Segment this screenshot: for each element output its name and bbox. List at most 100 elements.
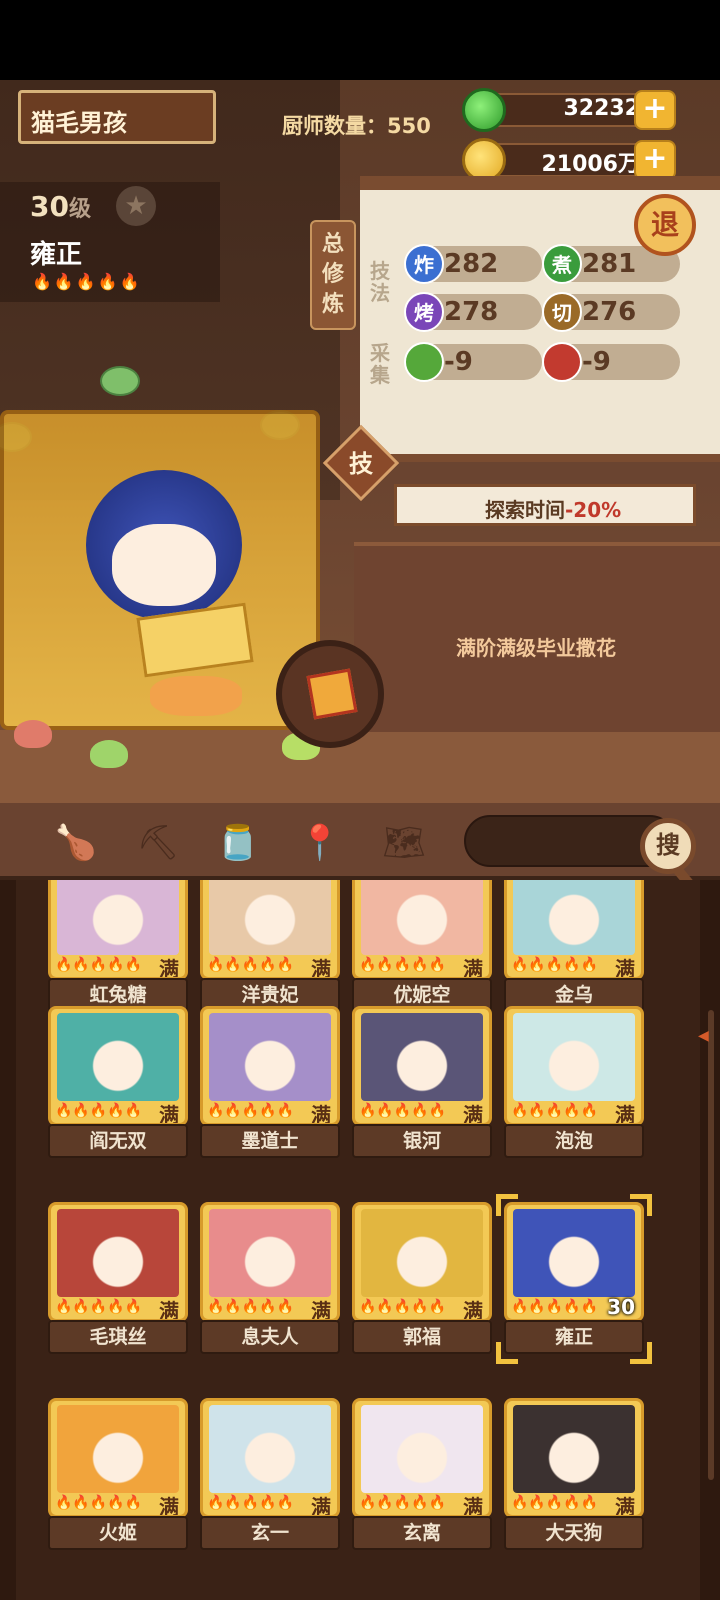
chef-card[interactable]: 🔥🔥🔥🔥🔥 满洋贵妃	[200, 880, 340, 1012]
star-icon[interactable]: ★	[116, 186, 156, 226]
chef-portrait	[57, 1013, 179, 1101]
chef-name-label: 泡泡	[504, 1124, 644, 1158]
card-flames: 🔥🔥🔥🔥🔥	[511, 1299, 599, 1315]
card-frame: 🔥🔥🔥🔥🔥 满	[48, 880, 188, 980]
bird-icon	[100, 366, 140, 396]
chef-card[interactable]: 🔥🔥🔥🔥🔥 满银河	[352, 1006, 492, 1158]
shovel-icon[interactable]: ⛏	[134, 819, 182, 867]
chef-card[interactable]: 🔥🔥🔥🔥🔥 满墨道士	[200, 1006, 340, 1158]
chef-card[interactable]: 🔥🔥🔥🔥🔥 满息夫人	[200, 1202, 340, 1354]
jar-icon[interactable]: 🫙	[214, 819, 262, 867]
chef-portrait	[209, 1013, 331, 1101]
card-badge: 满	[159, 957, 179, 980]
chef-card[interactable]: 🔥🔥🔥🔥🔥 满虹兔糖	[48, 880, 188, 1012]
card-frame: 🔥🔥🔥🔥🔥 满	[200, 880, 340, 980]
chef-name-label: 玄离	[352, 1516, 492, 1550]
card-flames: 🔥🔥🔥🔥🔥	[55, 1495, 143, 1511]
slime-figure	[14, 720, 52, 748]
chef-portrait	[361, 1405, 483, 1493]
stat-value: -9	[444, 347, 473, 377]
hero-level-unit: 级	[68, 197, 91, 222]
chef-card[interactable]: 🔥🔥🔥🔥🔥 满玄离	[352, 1398, 492, 1550]
tab-total-cultivation[interactable]: 总修炼	[310, 220, 356, 330]
jade-amount: 32232	[563, 96, 640, 121]
chef-card[interactable]: 🔥🔥🔥🔥🔥 满阎无双	[48, 1006, 188, 1158]
chef-card[interactable]: 🔥🔥🔥🔥🔥 满优妮空	[352, 880, 492, 1012]
chef-card[interactable]: 🔥🔥🔥🔥🔥 满玄一	[200, 1398, 340, 1550]
gold-amount: 21006万	[541, 152, 640, 177]
card-flames: 🔥🔥🔥🔥🔥	[359, 1299, 447, 1315]
card-badge: 满	[463, 1495, 483, 1518]
hero-info-panel: 30级 ★ 雍正 🔥🔥🔥🔥🔥	[0, 182, 220, 302]
explore-time-banner: 探索时间-20%	[394, 484, 696, 526]
add-jade-button[interactable]: +	[634, 90, 676, 130]
player-name-box[interactable]: 猫毛男孩	[18, 90, 216, 144]
cat-figure	[150, 676, 242, 716]
chef-card[interactable]: 🔥🔥🔥🔥🔥 满金乌	[504, 880, 644, 1012]
skill-button-label: 技	[349, 450, 373, 478]
selection-corner	[630, 1194, 652, 1216]
stat-cut: 切 276	[542, 292, 680, 332]
selection-corner	[496, 1342, 518, 1364]
card-frame: 🔥🔥🔥🔥🔥 满	[352, 1398, 492, 1518]
add-gold-button[interactable]: +	[634, 140, 676, 180]
explore-time-text: 探索时间-20%	[485, 494, 621, 523]
card-frame: 🔥🔥🔥🔥🔥 满	[352, 1006, 492, 1126]
chef-card[interactable]: 🔥🔥🔥🔥🔥 满毛琪丝	[48, 1202, 188, 1354]
chef-grid: ◀ 🔥🔥🔥🔥🔥 满虹兔糖 🔥🔥🔥🔥🔥 满洋贵妃 🔥🔥🔥🔥🔥 满优妮空 🔥🔥🔥🔥🔥 满金乌 🔥🔥🔥…	[0, 880, 720, 1600]
chef-portrait	[513, 1209, 635, 1297]
card-frame: 🔥🔥🔥🔥🔥 满	[352, 1202, 492, 1322]
chef-name-label: 雍正	[504, 1320, 644, 1354]
hero-flames: 🔥🔥🔥🔥🔥	[32, 272, 142, 291]
card-badge: 满	[463, 1299, 483, 1322]
cut-icon: 切	[542, 292, 582, 332]
selection-corner	[496, 1194, 518, 1216]
chef-name-label: 玄一	[200, 1516, 340, 1550]
exit-button[interactable]: 退	[634, 194, 696, 256]
card-badge: 满	[463, 957, 483, 980]
card-badge: 30	[607, 1295, 635, 1319]
map-icon[interactable]: 🗺	[380, 819, 428, 867]
location-icon[interactable]: 📍	[296, 819, 344, 867]
stat-roast: 烤 278	[404, 292, 542, 332]
cabbage-icon	[404, 342, 444, 382]
card-frame: 🔥🔥🔥🔥🔥 满	[48, 1398, 188, 1518]
chef-portrait	[57, 1405, 179, 1493]
card-flames: 🔥🔥🔥🔥🔥	[511, 957, 599, 973]
chef-card[interactable]: 🔥🔥🔥🔥🔥 满泡泡	[504, 1006, 644, 1158]
meat-icon[interactable]: 🍗	[52, 819, 100, 867]
chef-portrait	[513, 1013, 635, 1101]
chef-name-label: 火姬	[48, 1516, 188, 1550]
scrollbar[interactable]	[708, 1010, 714, 1480]
chef-card[interactable]: 🔥🔥🔥🔥🔥 满大天狗	[504, 1398, 644, 1550]
card-badge: 满	[159, 1299, 179, 1322]
card-badge: 满	[615, 1495, 635, 1518]
stat-value: 278	[444, 297, 499, 327]
card-badge: 满	[311, 1495, 331, 1518]
gather-section-label: 采集	[370, 341, 390, 387]
card-flames: 🔥🔥🔥🔥🔥	[55, 957, 143, 973]
description-text: 满阶满级毕业撒花	[456, 636, 616, 660]
card-flames: 🔥🔥🔥🔥🔥	[359, 1103, 447, 1119]
hero-level-value: 30	[30, 190, 69, 223]
card-badge: 满	[159, 1103, 179, 1126]
search-button[interactable]: 搜	[640, 818, 696, 874]
stat-value: 282	[444, 249, 499, 279]
chef-name-label: 银河	[352, 1124, 492, 1158]
chef-name-label: 墨道士	[200, 1124, 340, 1158]
chef-card[interactable]: 🔥🔥🔥🔥🔥 30 雍正	[504, 1202, 644, 1354]
card-flames: 🔥🔥🔥🔥🔥	[511, 1495, 599, 1511]
hero-name: 雍正	[30, 240, 83, 270]
stat-vegetable: -9	[404, 342, 542, 382]
chef-count: 厨师数量：550	[282, 114, 431, 138]
card-flames: 🔥🔥🔥🔥🔥	[207, 1495, 295, 1511]
grid-edge	[0, 880, 16, 1600]
gift-box-button[interactable]	[276, 640, 384, 748]
chef-card[interactable]: 🔥🔥🔥🔥🔥 满火姬	[48, 1398, 188, 1550]
chef-name-label: 息夫人	[200, 1320, 340, 1354]
card-frame: 🔥🔥🔥🔥🔥 满	[504, 1398, 644, 1518]
card-badge: 满	[463, 1103, 483, 1126]
chef-name-label: 毛琪丝	[48, 1320, 188, 1354]
chef-name-label: 阎无双	[48, 1124, 188, 1158]
chef-card[interactable]: 🔥🔥🔥🔥🔥 满郭福	[352, 1202, 492, 1354]
